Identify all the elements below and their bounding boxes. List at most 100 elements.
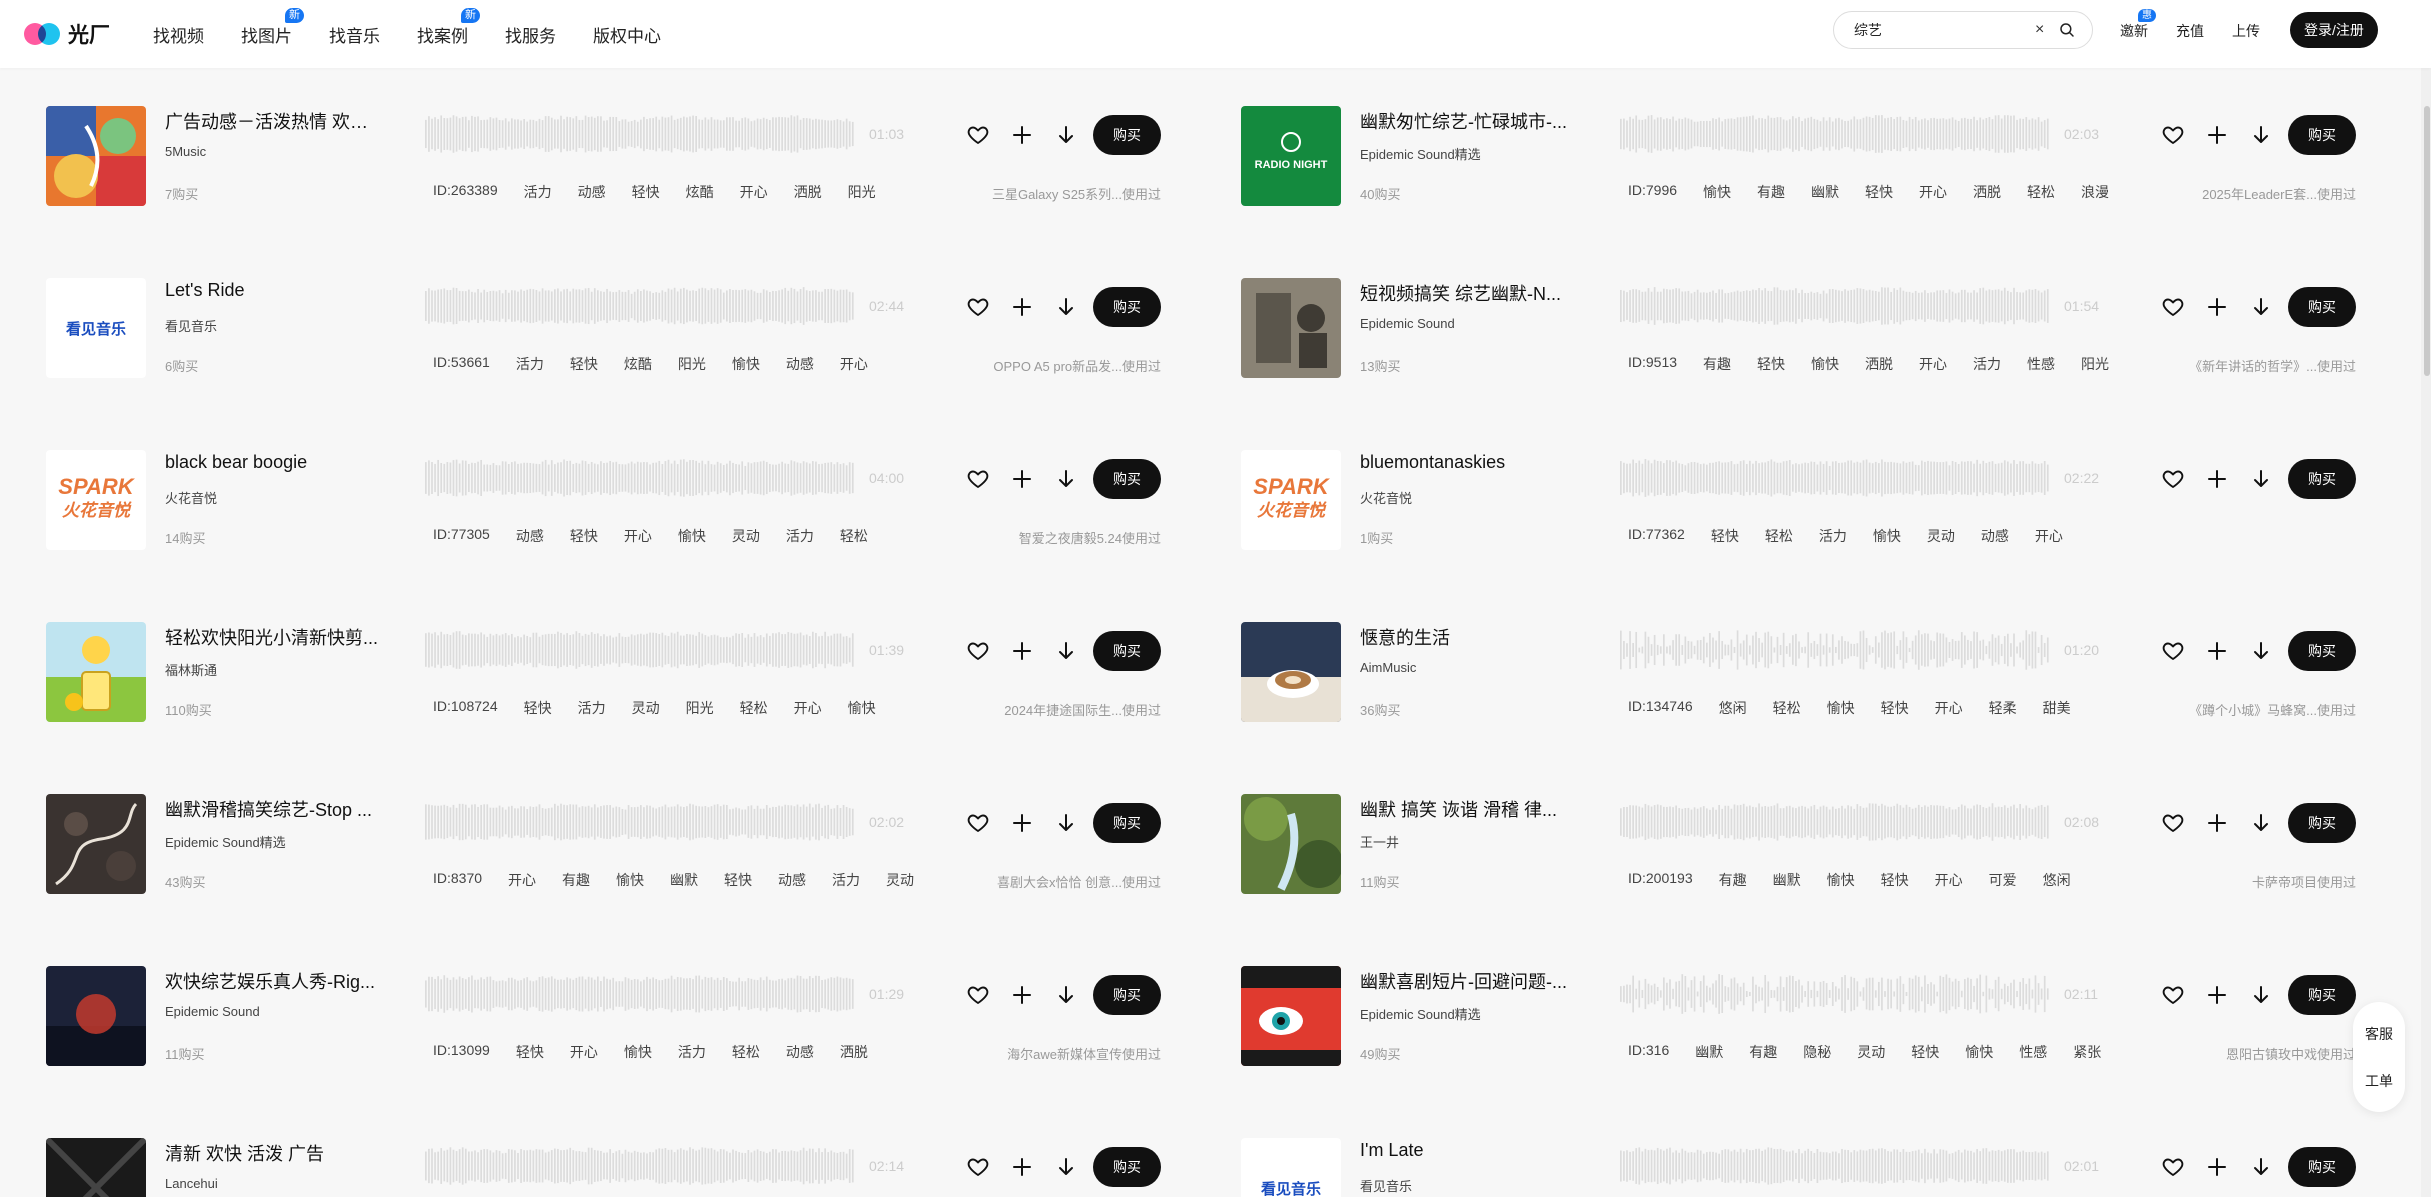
add-to-collection-icon[interactable]: [1010, 1155, 1034, 1179]
track-cover[interactable]: 看见音乐: [1241, 1138, 1341, 1197]
download-icon[interactable]: [1054, 983, 1078, 1007]
favorite-heart-icon[interactable]: [966, 1155, 990, 1179]
tag[interactable]: 洒脱: [1865, 354, 1893, 374]
track-row[interactable]: 幽默滑稽搞笑综艺-Stop ... Epidemic Sound精选 43购买 02:…: [46, 794, 1161, 904]
favorite-heart-icon[interactable]: [966, 123, 990, 147]
tag[interactable]: 幽默: [670, 870, 698, 890]
tag[interactable]: 开心: [2035, 526, 2063, 546]
track-title[interactable]: 轻松欢快阳光小清新快剪...: [165, 624, 380, 650]
tag[interactable]: 轻快: [1881, 698, 1909, 718]
download-icon[interactable]: [2249, 983, 2273, 1007]
add-to-collection-icon[interactable]: [1010, 123, 1034, 147]
track-row[interactable]: 看见音乐 Let's Ride 看见音乐 6购买 02:44 ID:53661 活力 轻快 炫酷…: [46, 278, 1161, 388]
track-row[interactable]: 幽默喜剧短片-回避问题-... Epidemic Sound精选 49购买 02:11…: [1241, 966, 2356, 1076]
track-artist[interactable]: 火花音悦: [165, 488, 217, 507]
tag[interactable]: 开心: [1935, 870, 1963, 890]
track-title[interactable]: 清新 欢快 活泼 广告: [165, 1140, 380, 1166]
tag[interactable]: 性感: [2019, 1042, 2047, 1062]
buy-button[interactable]: 购买: [1093, 1147, 1161, 1187]
usage-note[interactable]: 《蹲个小城》马蜂窝...使用过: [2189, 700, 2356, 719]
add-to-collection-icon[interactable]: [1010, 467, 1034, 491]
track-row[interactable]: 短视频搞笑 综艺幽默-N... Epidemic Sound 13购买 01:54 ID…: [1241, 278, 2356, 388]
track-cover[interactable]: [1241, 622, 1341, 722]
tag[interactable]: 轻快: [524, 698, 552, 718]
track-artist[interactable]: Epidemic Sound精选: [1360, 1004, 1481, 1023]
tag[interactable]: 轻快: [1711, 526, 1739, 546]
tag[interactable]: 阳光: [2081, 354, 2109, 374]
tag[interactable]: 动感: [578, 182, 606, 202]
tag[interactable]: 性感: [2027, 354, 2055, 374]
track-cover[interactable]: SPARK 火花音悦: [46, 450, 146, 550]
buy-button[interactable]: 购买: [2288, 631, 2356, 671]
tag[interactable]: 开心: [570, 1042, 598, 1062]
track-cover[interactable]: RADIO NIGHT: [1241, 106, 1341, 206]
tag[interactable]: 愉快: [1703, 182, 1731, 202]
track-title[interactable]: bluemontanaskies: [1360, 452, 1575, 473]
buy-button[interactable]: 购买: [1093, 459, 1161, 499]
tag[interactable]: 愉快: [848, 698, 876, 718]
tag[interactable]: 灵动: [1857, 1042, 1885, 1062]
tag[interactable]: 灵动: [886, 870, 914, 890]
usage-note[interactable]: 三星Galaxy S25系列...使用过: [992, 184, 1161, 203]
usage-note[interactable]: OPPO A5 pro新品发...使用过: [993, 356, 1161, 375]
tag[interactable]: 愉快: [1965, 1042, 1993, 1062]
download-icon[interactable]: [2249, 639, 2273, 663]
tag[interactable]: 可爱: [1989, 870, 2017, 890]
add-to-collection-icon[interactable]: [2205, 295, 2229, 319]
track-cover[interactable]: [1241, 966, 1341, 1066]
tag[interactable]: 轻快: [1865, 182, 1893, 202]
tag[interactable]: 活力: [832, 870, 860, 890]
tag[interactable]: 活力: [1819, 526, 1847, 546]
track-cover[interactable]: [46, 966, 146, 1066]
tag[interactable]: 阳光: [678, 354, 706, 374]
tag[interactable]: 轻快: [516, 1042, 544, 1062]
nav-item[interactable]: 找音乐: [329, 22, 380, 47]
track-cover[interactable]: [46, 622, 146, 722]
top-link[interactable]: 充值: [2176, 21, 2204, 41]
nav-item[interactable]: 找案例 新: [417, 7, 480, 47]
track-cover[interactable]: [1241, 794, 1341, 894]
waveform[interactable]: [425, 628, 855, 672]
tag[interactable]: 开心: [1919, 354, 1947, 374]
track-title[interactable]: black bear boogie: [165, 452, 380, 473]
usage-note[interactable]: 喜剧大会x恰恰 创意...使用过: [997, 872, 1161, 891]
tag[interactable]: 紧张: [2073, 1042, 2101, 1062]
track-artist[interactable]: Epidemic Sound精选: [1360, 144, 1481, 163]
waveform[interactable]: [1620, 628, 2050, 672]
clear-search-icon[interactable]: ×: [2035, 21, 2044, 39]
tag[interactable]: 开心: [794, 698, 822, 718]
buy-button[interactable]: 购买: [2288, 975, 2356, 1015]
tag[interactable]: 轻快: [724, 870, 752, 890]
tag[interactable]: 灵动: [632, 698, 660, 718]
track-artist[interactable]: 福林斯通: [165, 660, 217, 679]
download-icon[interactable]: [1054, 811, 1078, 835]
nav-item[interactable]: 版权中心: [593, 22, 661, 47]
track-row[interactable]: 轻松欢快阳光小清新快剪... 福林斯通 110购买 01:39 ID:108724 轻快 活…: [46, 622, 1161, 732]
tag[interactable]: 轻快: [1881, 870, 1909, 890]
track-row[interactable]: 看见音乐 I'm Late 看见音乐 02:01 购买: [1241, 1138, 2356, 1197]
tag[interactable]: 幽默: [1695, 1042, 1723, 1062]
tag[interactable]: 动感: [786, 354, 814, 374]
tag[interactable]: 轻快: [632, 182, 660, 202]
tag[interactable]: 有趣: [1703, 354, 1731, 374]
tag[interactable]: 活力: [516, 354, 544, 374]
add-to-collection-icon[interactable]: [1010, 295, 1034, 319]
buy-button[interactable]: 购买: [1093, 115, 1161, 155]
track-artist[interactable]: Epidemic Sound: [1360, 316, 1455, 331]
track-artist[interactable]: 看见音乐: [165, 316, 217, 335]
download-icon[interactable]: [2249, 467, 2273, 491]
tag[interactable]: 愉快: [1811, 354, 1839, 374]
track-row[interactable]: SPARK 火花音悦 black bear boogie 火花音悦 14购买 04:00 I…: [46, 450, 1161, 560]
track-title[interactable]: 幽默喜剧短片-回避问题-...: [1360, 968, 1575, 994]
tag[interactable]: 活力: [786, 526, 814, 546]
tag[interactable]: 愉快: [1827, 870, 1855, 890]
tag[interactable]: 阳光: [848, 182, 876, 202]
track-title[interactable]: 短视频搞笑 综艺幽默-N...: [1360, 280, 1575, 306]
usage-note[interactable]: 海尔awe新媒体宣传使用过: [1007, 1044, 1161, 1063]
track-row[interactable]: 清新 欢快 活泼 广告 Lancehui 02:14 购买: [46, 1138, 1161, 1197]
tag[interactable]: 开心: [740, 182, 768, 202]
tag[interactable]: 轻松: [740, 698, 768, 718]
track-artist[interactable]: 王一井: [1360, 832, 1399, 851]
tag[interactable]: 幽默: [1773, 870, 1801, 890]
usage-note[interactable]: 2024年捷途国际生...使用过: [1004, 700, 1161, 719]
